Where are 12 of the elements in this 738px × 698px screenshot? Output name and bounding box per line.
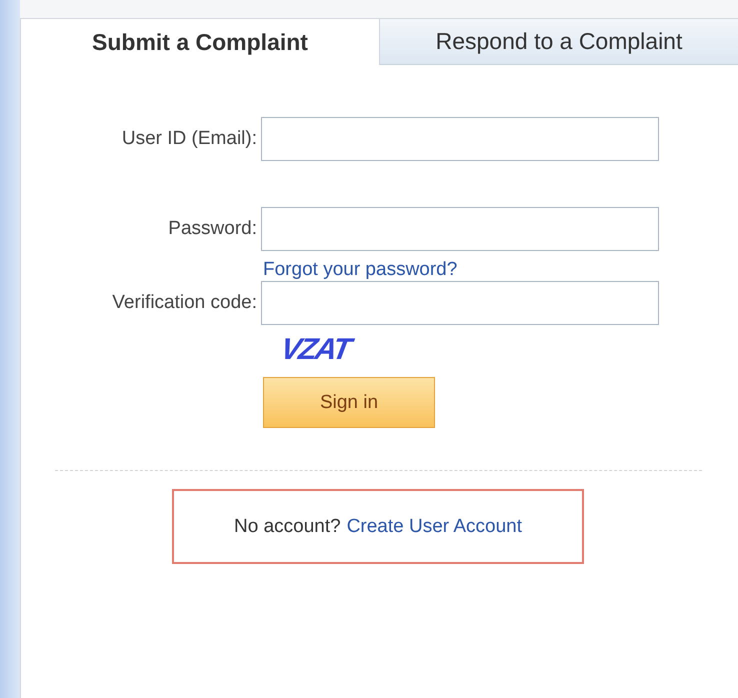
tab[interactable]: Respond to a Complaint — [379, 19, 738, 65]
input-field[interactable] — [261, 117, 659, 161]
field-label: Verification code: — [111, 292, 258, 314]
input-field[interactable] — [261, 207, 659, 251]
sign-in-button[interactable]: Sign in — [263, 377, 435, 428]
no-account-text: No account? — [234, 516, 341, 538]
input-field[interactable] — [261, 281, 659, 325]
captcha-code: VZAT — [278, 333, 352, 367]
field-label: Password: — [167, 218, 258, 240]
create-account-link[interactable]: Create User Account — [346, 516, 522, 538]
field-label: User ID (Email): — [120, 128, 258, 150]
forgot-password-link[interactable]: Forgot your password? — [263, 259, 458, 280]
